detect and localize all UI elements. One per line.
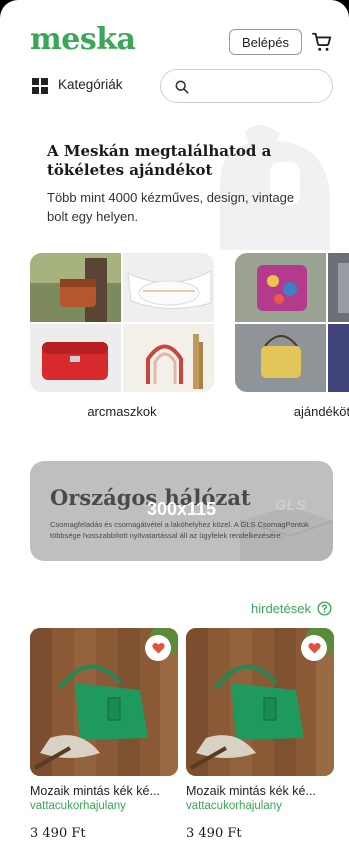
product-card[interactable]: Mozaik mintás kék ké... vattacukorhajula… [186,628,334,841]
product-list: Mozaik mintás kék ké... vattacukorhajula… [30,628,349,841]
category-photo [30,253,121,322]
product-title[interactable]: Mozaik mintás kék ké... [186,784,334,798]
product-seller[interactable]: vattacukorhajulany [186,800,334,812]
category-photo [235,324,326,392]
categories-link[interactable]: Kategóriák [58,77,123,92]
category-photo [123,324,214,392]
hero-title: A Meskán megtalálhatod a tökéletes ajánd… [47,142,272,179]
product-price: 3 490 Ft [186,826,242,841]
category-card[interactable]: ajándékötle [235,253,349,419]
hero-subtitle: Több mint 4000 kézműves, design, vintage… [47,190,295,224]
login-button[interactable]: Belépés [229,29,302,55]
category-card[interactable]: arcmaszkok [30,253,214,419]
meska-logo[interactable]: meska [30,22,136,57]
hero-section: A Meskán megtalálhatod a tökéletes ajánd… [0,120,349,250]
favorite-button[interactable] [301,635,327,661]
banner-text: Csomagfeladás és csomagátvétel a lakóhel… [50,520,309,540]
cart-icon[interactable] [311,31,333,53]
category-image-grid [235,253,349,392]
grid-icon[interactable] [32,78,48,94]
category-image-grid [30,253,214,392]
product-card[interactable]: Mozaik mintás kék ké... vattacukorhajula… [30,628,178,841]
category-name: arcmaszkok [87,404,157,419]
category-carousel: arcmaszkok ajándéköt [30,253,349,423]
product-title[interactable]: Mozaik mintás kék ké... [30,784,178,798]
category-name: ajándékötle [293,404,349,419]
banner-size-label: 300x115 [146,499,217,519]
heart-icon [307,643,321,654]
category-photo [328,324,349,392]
search-icon [175,80,189,94]
ads-label[interactable]: hirdetések [251,601,311,616]
product-seller[interactable]: vattacukorhajulany [30,800,178,812]
favorite-button[interactable] [145,635,171,661]
category-photo [30,324,121,392]
ad-banner[interactable]: Országos hálózat GLS Csomagfeladás és cs… [30,461,333,561]
product-image [30,628,178,776]
nav-bar: Kategóriák [0,68,349,104]
category-photo [123,253,214,322]
header: meska Belépés [0,22,349,62]
search-input[interactable] [160,69,333,103]
category-photo [235,253,326,322]
product-image [186,628,334,776]
help-icon[interactable] [317,601,332,616]
heart-icon [151,643,165,654]
category-photo [328,253,349,322]
product-price: 3 490 Ft [30,826,86,841]
ads-header: hirdetések [0,600,349,620]
